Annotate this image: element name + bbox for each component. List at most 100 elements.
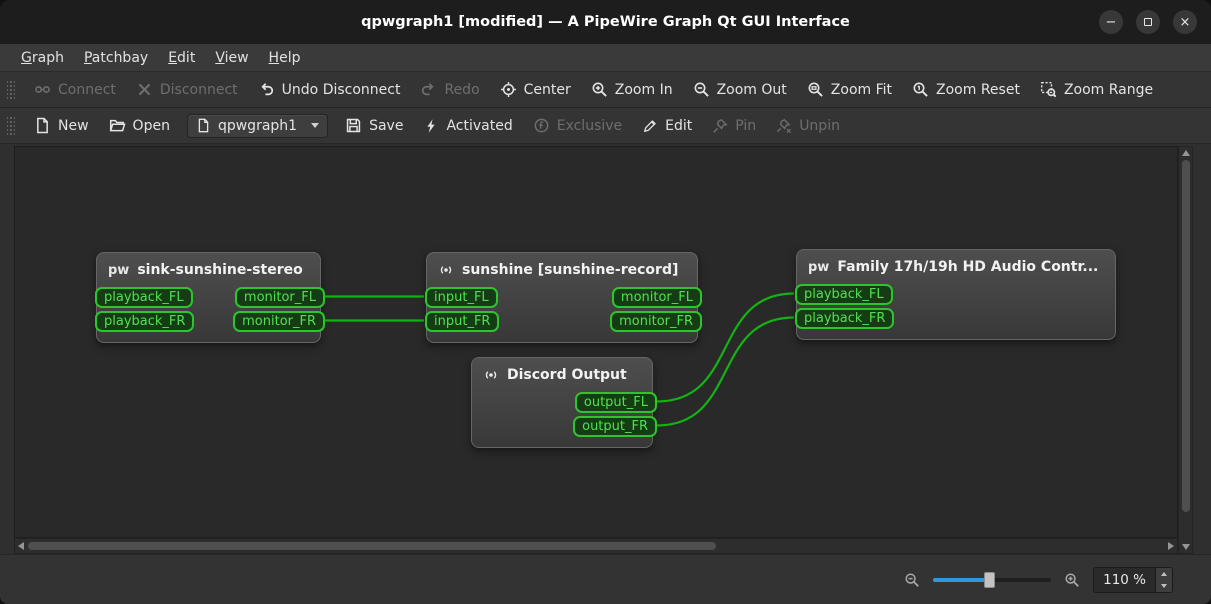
spin-up-button[interactable] <box>1156 568 1172 580</box>
exclusive-button[interactable]: Exclusive <box>524 112 631 139</box>
menubar: Graph Patchbay Edit View Help <box>0 44 1211 72</box>
lightning-icon <box>423 118 439 134</box>
zoom-out-button[interactable]: Zoom Out <box>684 76 796 103</box>
port-input[interactable]: playback_FL <box>795 284 893 305</box>
toolbar-grip[interactable] <box>7 114 15 137</box>
titlebar[interactable]: qpwgraph1 [modified] — A PipeWire Graph … <box>0 0 1211 44</box>
zoom-fit-button[interactable]: Zoom Fit <box>798 76 901 103</box>
window-controls: − × <box>1099 0 1197 44</box>
minimize-button[interactable]: − <box>1099 10 1123 34</box>
node-header[interactable]: sunshine [sunshine-record] <box>427 253 697 287</box>
zoom-in-label: Zoom In <box>614 81 673 98</box>
zoom-reset-label: Zoom Reset <box>936 81 1020 98</box>
window-title: qpwgraph1 [modified] — A PipeWire Graph … <box>361 14 850 30</box>
save-icon <box>345 117 362 134</box>
node-header[interactable]: Discord Output <box>472 358 652 392</box>
node-title: Family 17h/19h HD Audio Contr... <box>837 259 1099 275</box>
patchbay-toolbar: New Open qpwgraph1 Save Activated Exclus… <box>0 108 1211 144</box>
port-input[interactable]: playback_FR <box>795 308 895 329</box>
patchbay-combo[interactable]: qpwgraph1 <box>186 113 329 138</box>
zoom-in-icon <box>591 81 608 98</box>
zoom-range-button[interactable]: Zoom Range <box>1031 76 1162 103</box>
pin-button[interactable]: Pin <box>703 113 765 139</box>
port-input[interactable]: playback_FR <box>95 311 195 332</box>
port-output[interactable]: output_FR <box>573 416 657 437</box>
zoom-in-button[interactable]: Zoom In <box>582 76 682 103</box>
redo-icon <box>420 81 437 98</box>
maximize-button[interactable] <box>1136 10 1160 34</box>
spin-down-button[interactable] <box>1156 580 1172 592</box>
open-label: Open <box>132 117 170 134</box>
disconnect-button[interactable]: Disconnect <box>127 76 247 103</box>
qpwgraph-window: qpwgraph1 [modified] — A PipeWire Graph … <box>0 0 1211 604</box>
statusbar: 110 % <box>0 554 1211 604</box>
menu-patchbay[interactable]: Patchbay <box>75 47 157 69</box>
connect-icon <box>34 81 51 98</box>
menu-help[interactable]: Help <box>260 47 310 69</box>
horizontal-scroll-thumb[interactable] <box>28 542 716 550</box>
zoom-in-icon[interactable] <box>1064 572 1080 588</box>
port-output[interactable]: monitor_FL <box>611 287 702 308</box>
save-label: Save <box>369 117 404 134</box>
scroll-up-arrow[interactable] <box>1181 150 1190 156</box>
scroll-right-arrow[interactable] <box>1168 542 1174 550</box>
node-title: Discord Output <box>507 367 627 383</box>
zoom-slider[interactable] <box>933 571 1052 588</box>
horizontal-scrollbar[interactable] <box>14 538 1178 554</box>
zoom-value[interactable]: 110 % <box>1094 568 1155 592</box>
port-output[interactable]: output_FL <box>574 392 657 413</box>
port-output[interactable]: monitor_FL <box>234 287 325 308</box>
center-button[interactable]: Center <box>491 76 580 103</box>
vertical-scroll-thumb[interactable] <box>1181 160 1190 512</box>
unpin-button[interactable]: Unpin <box>767 113 849 139</box>
graph-node-sunshine[interactable]: sunshine [sunshine-record] input_FLmonito… <box>425 252 702 343</box>
patchbay-file-icon <box>196 118 211 133</box>
menu-edit[interactable]: Edit <box>159 47 204 69</box>
graph-node-discord[interactable]: Discord Output output_FL output_FR <box>471 357 657 448</box>
edit-button[interactable]: Edit <box>633 113 701 139</box>
menu-graph[interactable]: Graph <box>12 47 73 69</box>
pin-label: Pin <box>735 117 757 134</box>
undo-disconnect-label: Undo Disconnect <box>281 81 401 98</box>
zoom-range-icon <box>1040 81 1057 98</box>
redo-button[interactable]: Redo <box>411 76 488 103</box>
vertical-scrollbar[interactable] <box>1178 146 1193 554</box>
menu-view[interactable]: View <box>206 47 257 69</box>
zoom-reset-button[interactable]: Zoom Reset <box>903 76 1029 103</box>
close-button[interactable]: × <box>1173 10 1197 34</box>
pin-icon <box>712 118 728 134</box>
chevron-down-icon <box>311 123 320 128</box>
port-input[interactable]: input_FR <box>425 311 500 332</box>
activated-button[interactable]: Activated <box>414 113 521 139</box>
open-button[interactable]: Open <box>100 112 179 139</box>
center-icon <box>500 81 517 98</box>
edit-label: Edit <box>665 117 693 134</box>
zoom-out-icon[interactable] <box>904 572 920 588</box>
port-output[interactable]: monitor_FR <box>610 311 702 332</box>
scroll-down-arrow[interactable] <box>1181 544 1190 550</box>
minimize-icon: − <box>1105 14 1117 30</box>
graph-node-family[interactable]: pw Family 17h/19h HD Audio Contr... playba… <box>795 249 1116 340</box>
connect-label: Connect <box>58 81 116 98</box>
node-header[interactable]: pw sink-sunshine-stereo <box>97 253 320 287</box>
new-button[interactable]: New <box>25 112 98 139</box>
pencil-icon <box>642 118 658 134</box>
connect-button[interactable]: Connect <box>25 76 125 103</box>
center-label: Center <box>523 81 571 98</box>
graph-node-sink[interactable]: pw sink-sunshine-stereo playback_FLmonitor… <box>95 252 325 343</box>
port-output[interactable]: monitor_FR <box>233 311 325 332</box>
zoom-out-label: Zoom Out <box>716 81 787 98</box>
zoom-slider-handle[interactable] <box>984 571 996 588</box>
main-area: pw sink-sunshine-stereo playback_FL monitor… <box>14 146 1193 554</box>
exclusive-label: Exclusive <box>556 117 623 134</box>
toolbar-grip[interactable] <box>7 78 15 101</box>
graph-canvas[interactable]: pw sink-sunshine-stereo playback_FL monitor… <box>14 146 1178 538</box>
port-input[interactable]: input_FL <box>425 287 498 308</box>
node-header[interactable]: pw Family 17h/19h HD Audio Contr... <box>797 250 1115 284</box>
scroll-left-arrow[interactable] <box>18 542 24 550</box>
save-button[interactable]: Save <box>336 112 412 139</box>
disconnect-icon <box>136 81 153 98</box>
undo-disconnect-button[interactable]: Undo Disconnect <box>249 76 410 103</box>
zoom-spinbox[interactable]: 110 % <box>1093 566 1173 593</box>
port-input[interactable]: playback_FL <box>95 287 193 308</box>
